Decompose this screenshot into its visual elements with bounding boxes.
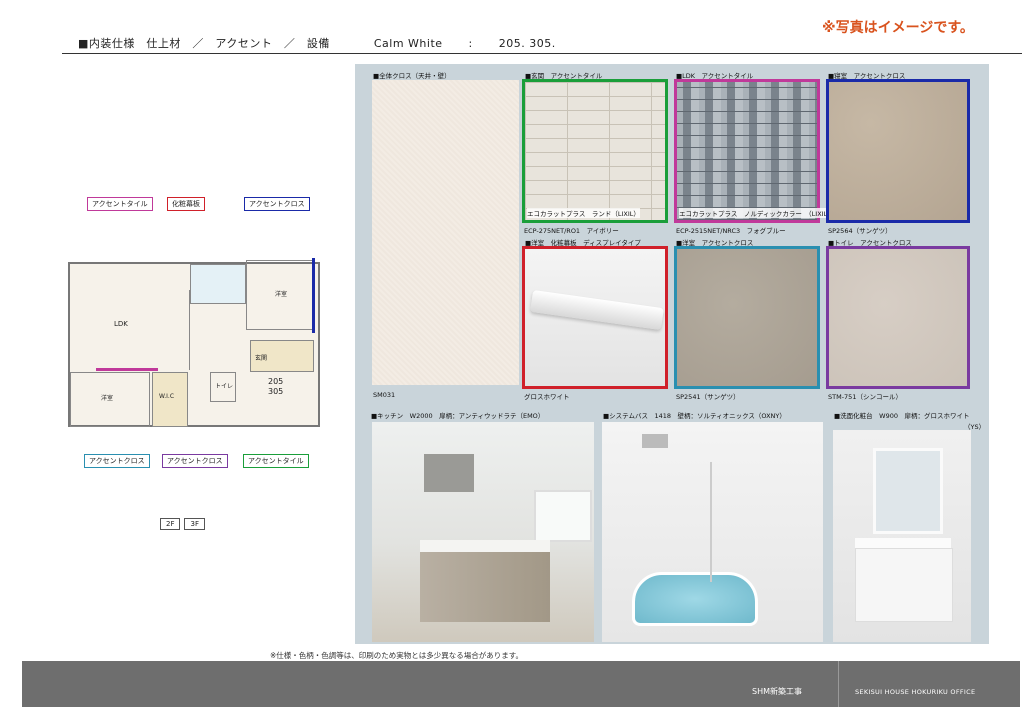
header-divider — [62, 53, 1022, 54]
floor-switcher: 2F 3F — [160, 518, 205, 530]
label-wic: W.I.C — [159, 393, 175, 400]
heading-kitchen: ■キッチン W2000 扉柄：アンティウッドラテ（EMO） — [371, 412, 545, 420]
kitchen-window — [534, 490, 592, 542]
room-bedroom: 洋室 — [246, 260, 314, 330]
code-wall-cloth: SM031 — [373, 391, 396, 399]
floorplan: アクセントタイル 化粧幕板 アクセントクロス LDK 洋室 洋室 W.I.C ト… — [60, 190, 330, 480]
heading-vanity: ■洗面化粧台 W900 扉柄：グロスホワイト — [834, 412, 970, 420]
title-text: ■内装仕様 仕上材 ／ アクセント ／ 設備 — [78, 37, 330, 50]
unit-number-205: 205 — [268, 377, 284, 386]
caption-ldk-tile: エコカラットプラス ノルディックカラー （LIXIL） — [679, 208, 834, 218]
photo-bath — [602, 422, 823, 642]
floor-button-2f[interactable]: 2F — [160, 518, 181, 530]
image-note: ※写真はイメージです。 — [822, 20, 974, 36]
separator: : — [468, 37, 473, 50]
kitchen-cabinet — [420, 552, 550, 622]
swatch-bedroom-cloth — [826, 79, 970, 223]
footer-project: SHM新築工事 — [752, 687, 802, 696]
callout-accent-tile-bottom: アクセントタイル — [243, 454, 309, 468]
swatch-toilet-cloth — [826, 246, 970, 389]
floor-button-3f[interactable]: 3F — [184, 518, 205, 530]
label-ldk: LDK — [114, 320, 128, 328]
heading-wall-cloth: ■全体クロス（天井・壁） — [373, 72, 451, 80]
label-western-right: 洋室 — [275, 291, 288, 298]
swatch-wall-cloth — [372, 80, 519, 385]
page-title: ■内装仕様 仕上材 ／ アクセント ／ 設備 Calm White : 205.… — [78, 35, 556, 51]
accent-line-bedroom — [312, 258, 315, 333]
label-western-left: 洋室 — [101, 395, 114, 402]
swatch-western-cloth — [674, 246, 820, 389]
unit-number-305: 305 — [268, 387, 284, 396]
series-name: Calm White — [373, 37, 443, 50]
room-toilet: トイレ — [210, 372, 236, 402]
footer — [22, 661, 1020, 707]
room-bath — [190, 264, 246, 304]
footer-divider — [838, 661, 839, 707]
vanity-sink — [855, 538, 951, 548]
code-ldk-tile: ECP-2515NET/NRC3 フォグブルー — [676, 227, 786, 235]
kitchen-hood — [424, 454, 474, 492]
vanity-cabinet — [855, 548, 953, 622]
code-bedroom-cloth: SP2564（サンゲツ） — [828, 227, 892, 235]
room-western-left: 洋室 — [70, 372, 150, 427]
kitchen-counter — [420, 540, 550, 552]
callout-accent-cloth-top: アクセントクロス — [244, 197, 310, 211]
accent-line-ldk — [96, 368, 158, 371]
callout-accent-cloth-2: アクセントクロス — [162, 454, 228, 468]
swatch-entrance-tile: エコカラットプラス ランド（LIXIL） — [522, 79, 668, 223]
callout-accent-cloth-1: アクセントクロス — [84, 454, 150, 468]
vanity-mirror — [873, 448, 943, 534]
callout-skirting: 化粧幕板 — [167, 197, 205, 211]
room-entrance: 玄関 — [250, 340, 314, 372]
label-entrance: 玄関 — [255, 355, 268, 362]
code-western-cloth: SP2541（サンゲツ） — [676, 393, 740, 401]
room-numbers: 205. 305. — [498, 37, 556, 50]
callout-accent-tile-top: アクセントタイル — [87, 197, 153, 211]
caption-entrance-tile: エコカラットプラス ランド（LIXIL） — [527, 208, 640, 218]
shower-bar — [710, 462, 712, 582]
footer-company: SEKISUI HOUSE HOKURIKU OFFICE — [855, 688, 976, 696]
swatch-ldk-tile: エコカラットプラス ノルディックカラー （LIXIL） — [674, 79, 834, 223]
skirting-rail — [530, 289, 664, 331]
code-western-skirting: グロスホワイト — [524, 393, 570, 401]
room-ldk: LDK — [70, 290, 190, 370]
bath-vent — [642, 434, 668, 448]
code-entrance-tile: ECP-275NET/RO1 アイボリー — [524, 227, 619, 235]
bathtub — [632, 572, 758, 626]
photo-vanity — [833, 430, 971, 642]
room-wic: W.I.C — [152, 372, 188, 427]
photo-kitchen — [372, 422, 594, 642]
swatch-western-skirting — [522, 246, 668, 389]
code-toilet-cloth: STM-751（シンコール） — [828, 393, 902, 401]
heading-bath: ■システムバス 1418 壁柄：ソルティオニックス（OXNY） — [603, 412, 786, 420]
label-toilet: トイレ — [215, 383, 234, 390]
disclaimer: ※仕様・色柄・色調等は、印刷のため実物とは多少異なる場合があります。 — [270, 651, 524, 660]
